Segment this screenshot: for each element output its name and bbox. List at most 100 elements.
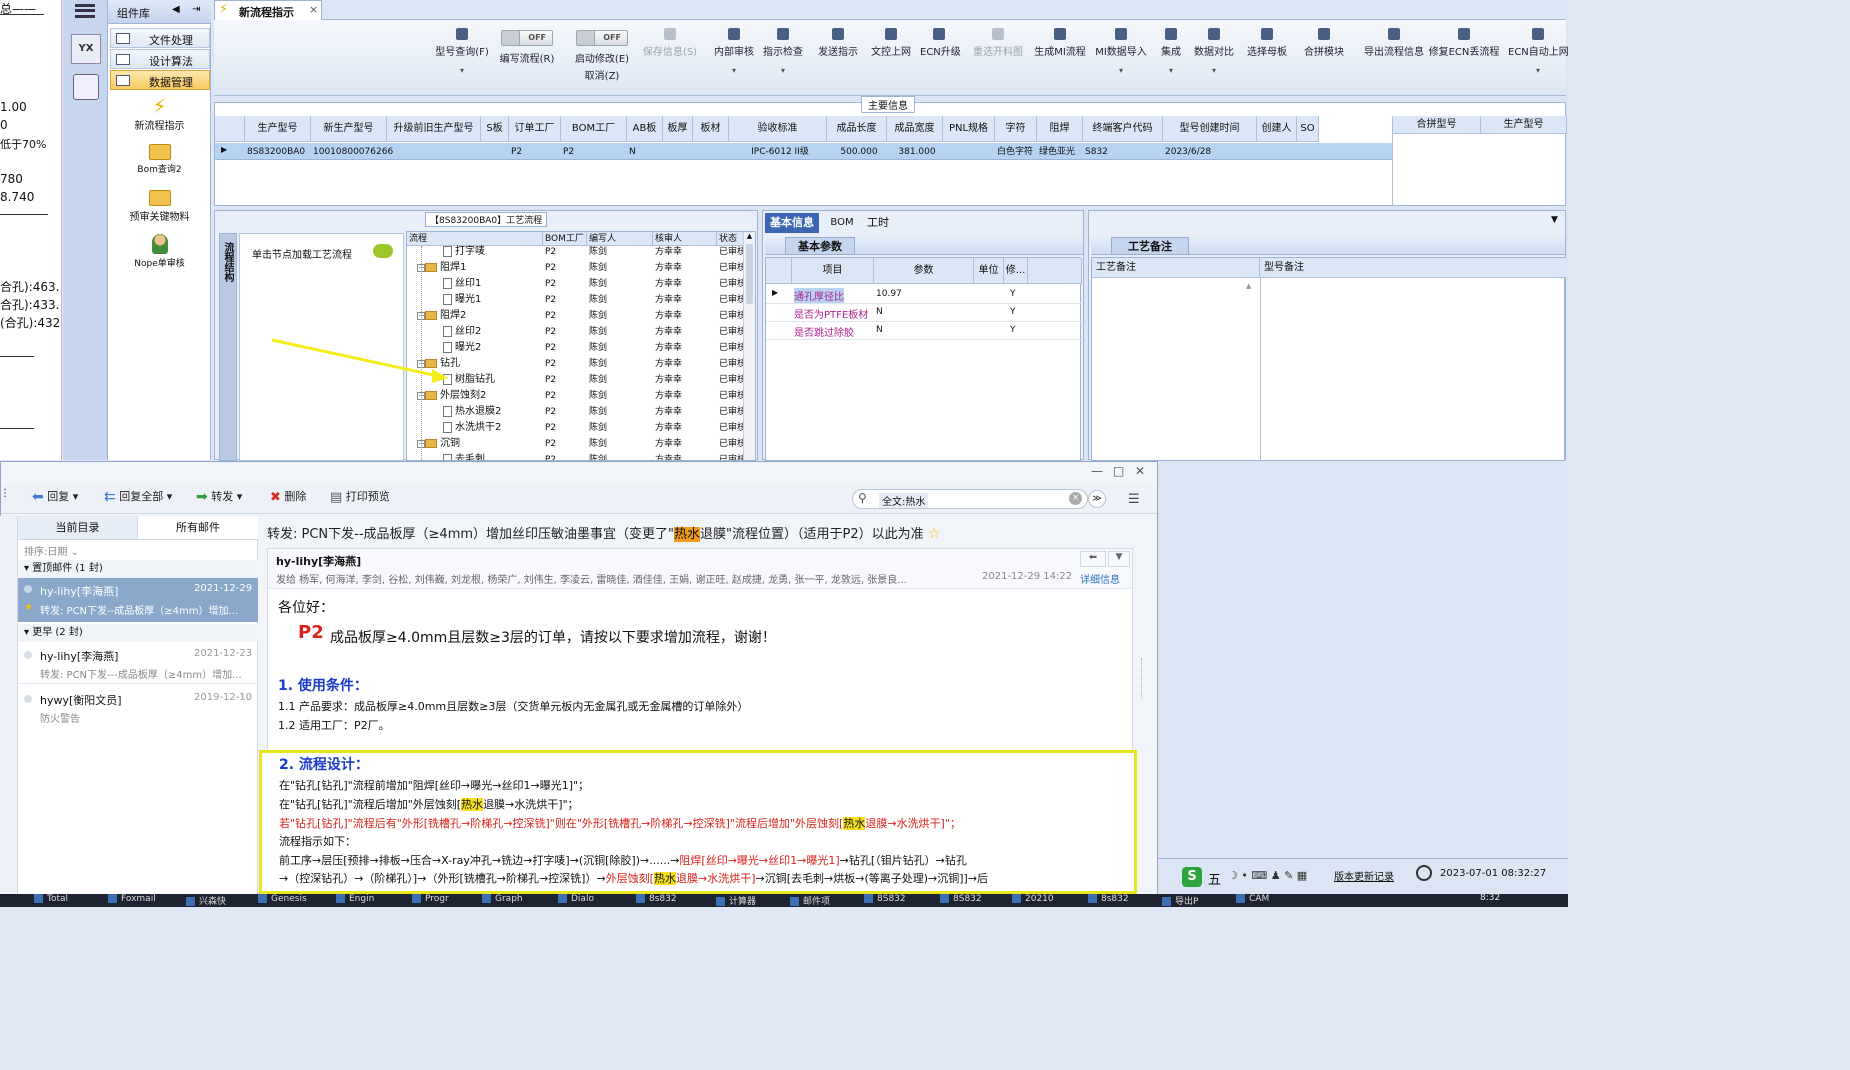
search-options-icon[interactable]: ≫	[1088, 490, 1106, 508]
param-row[interactable]: 是否为PTFE板材 N Y	[766, 304, 1082, 322]
taskbar-item[interactable]: Dialo	[558, 894, 594, 907]
yx-logo-icon[interactable]: YX	[71, 34, 101, 64]
toolbar-button[interactable]: 重选开料图	[972, 24, 1024, 94]
param-value[interactable]: N	[876, 307, 883, 317]
taskbar-item[interactable]: 计算器	[716, 894, 756, 907]
param-value[interactable]: N	[876, 325, 883, 335]
toolbar-button[interactable]: 发送指示	[816, 24, 860, 94]
calculator-icon[interactable]	[73, 74, 99, 100]
tab-bom[interactable]: BOM	[825, 213, 859, 233]
column-header[interactable]: 成品宽度	[887, 116, 943, 142]
tab-process-remarks[interactable]: 工艺备注	[1111, 237, 1189, 255]
tool-nope-review[interactable]: Nope单审核	[108, 232, 211, 272]
tree-row[interactable]: 打字唛P2陈剑方幸幸已审核	[407, 244, 743, 260]
structure-side-tab[interactable]: 流程结构	[219, 233, 237, 461]
dropdown-arrow-icon[interactable]: ▾	[1094, 66, 1148, 75]
param-row[interactable]: 是否跳过除胶 N Y	[766, 322, 1082, 340]
mail-item[interactable]: hywy[衡阳文员] 2019-12-10 防火警告	[18, 686, 258, 726]
tool-pre-review[interactable]: 预审关键物料	[108, 188, 211, 228]
taskbar-item[interactable]: Genesis	[258, 894, 307, 907]
toolbar-button[interactable]: ECN升级	[920, 24, 961, 94]
column-header[interactable]: 升级前旧生产型号	[387, 116, 481, 142]
taskbar-item[interactable]: 8s832	[636, 894, 677, 907]
dropdown-arrow-icon[interactable]: ▾	[434, 66, 490, 75]
tree-row[interactable]: 曝光1P2陈剑方幸幸已审核	[407, 292, 743, 308]
taskbar-item[interactable]: CAM	[1236, 894, 1269, 907]
tab-all-mail[interactable]: 所有邮件	[138, 516, 258, 540]
toolbar-button[interactable]: ECN自动上网 ▾	[1508, 24, 1569, 94]
column-header[interactable]: 合拼型号	[1393, 116, 1481, 134]
column-header[interactable]: 字符	[995, 116, 1037, 142]
minimize-icon[interactable]: —	[1091, 464, 1103, 478]
column-header[interactable]: 单位	[974, 258, 1004, 284]
mail-search-box[interactable]: ⚲ 全文:热水 ×	[852, 489, 1088, 509]
column-header[interactable]: 成品长度	[827, 116, 887, 142]
taskbar-item[interactable]: Progr	[412, 894, 449, 907]
sort-dropdown[interactable]: 排序:日期 ⌄	[24, 543, 79, 558]
tree-row[interactable]: −沉铜P2陈剑方幸幸已审核	[407, 436, 743, 452]
toolbar-button[interactable]: OFF 启动修改(E) 取消(Z)	[572, 24, 632, 94]
toolbar-button[interactable]: 导出流程信息	[1364, 24, 1424, 94]
column-header[interactable]: 验收标准	[729, 116, 827, 142]
toggle-switch[interactable]: OFF	[576, 30, 628, 46]
group-header-pinned[interactable]: ▾ 置顶邮件 (1 封)	[18, 560, 258, 578]
tree-row[interactable]: −阻焊2P2陈剑方幸幸已审核	[407, 308, 743, 324]
tool-new-flow[interactable]: ⚡ 新流程指示	[108, 94, 211, 136]
ime-mode[interactable]: 五	[1208, 869, 1221, 888]
taskbar-item[interactable]: 8s832	[1088, 894, 1129, 907]
column-header[interactable]: SO	[1297, 116, 1319, 142]
dropdown-arrow-icon[interactable]: ▾	[1508, 66, 1568, 75]
toolbar-more-icon[interactable]: ⋮	[0, 488, 10, 499]
mail-item[interactable]: hy-lihy[李海燕] 2021-12-23 转发: PCN下发---成品板厚…	[18, 642, 258, 684]
print-preview-button[interactable]: ▤ 打印预览	[330, 488, 390, 505]
column-header[interactable]: PNL规格	[943, 116, 995, 142]
close-icon[interactable]: ✕	[1135, 464, 1145, 478]
tree-row[interactable]: 热水退膜2P2陈剑方幸幸已审核	[407, 404, 743, 420]
dropdown-arrow-icon[interactable]: ▾	[714, 66, 754, 75]
taskbar-item[interactable]: 邮件项	[790, 894, 830, 907]
dropdown-arrow-icon[interactable]: ▾	[762, 66, 804, 75]
toolbar-button[interactable]: 文控上网	[870, 24, 912, 94]
tab-current-folder[interactable]: 当前目录	[18, 516, 138, 540]
toolbar-button[interactable]: 合拼模块	[1302, 24, 1346, 94]
star-icon[interactable]: ☆	[928, 526, 941, 542]
reply-button[interactable]: ⬅ 回复 ▾	[32, 488, 78, 505]
tree-row[interactable]: 曝光2P2陈剑方幸幸已审核	[407, 340, 743, 356]
toolbar-button[interactable]: 选择母板	[1244, 24, 1290, 94]
column-header[interactable]: 生产型号	[1481, 116, 1567, 134]
column-header[interactable]: 订单工厂	[509, 116, 561, 142]
clear-search-icon[interactable]: ×	[1069, 492, 1082, 505]
toolbar-button[interactable]: 保存信息(S)	[640, 24, 700, 94]
tool-bom-query[interactable]: Bom查询2	[108, 142, 211, 182]
scrollbar-vertical[interactable]	[1137, 548, 1153, 894]
param-value[interactable]: 10.97	[876, 289, 902, 299]
dropdown-arrow-icon[interactable]: ▾	[1194, 66, 1234, 75]
toggle-switch[interactable]: OFF	[501, 30, 553, 46]
param-row[interactable]: ▶ 通孔厚径比 10.97 Y	[766, 286, 1082, 304]
maximize-icon[interactable]: □	[1113, 464, 1124, 478]
group-header-earlier[interactable]: ▾ 更早 (2 封)	[18, 624, 258, 642]
toolbar-button[interactable]: 生成MI流程	[1032, 24, 1088, 94]
ime-tools-icon[interactable]: ☽ • ⌨ ♟ ✎ ▦	[1228, 869, 1307, 882]
ime-sogou-icon[interactable]: S	[1182, 867, 1202, 887]
tree-row[interactable]: 去毛刺P2陈剑方幸幸已审核	[407, 452, 743, 460]
column-header[interactable]: 项目	[792, 258, 874, 284]
reply-icon[interactable]: ⬅	[1080, 551, 1106, 567]
column-header[interactable]: 终端客户代码	[1083, 116, 1163, 142]
tree-row[interactable]: 丝印2P2陈剑方幸幸已审核	[407, 324, 743, 340]
list-view-icon[interactable]: ☰	[1128, 492, 1140, 507]
taskbar-item[interactable]: 20210	[1012, 894, 1054, 907]
menu-icon[interactable]	[75, 4, 95, 18]
collapse-arrow-icon[interactable]: ▼	[1551, 215, 1558, 225]
tab-new-flow[interactable]: ⚡ 新流程指示 ×	[214, 0, 322, 20]
taskbar-item[interactable]: Total	[34, 894, 68, 907]
reply-all-button[interactable]: ⇇ 回复全部 ▾	[104, 488, 172, 505]
column-header[interactable]: AB板	[627, 116, 663, 142]
scrollbar-vertical[interactable]: ▲	[743, 232, 755, 460]
group-data-management[interactable]: 数据管理	[110, 70, 210, 90]
column-header[interactable]: 型号创建时间	[1163, 116, 1257, 142]
tab-work-hours[interactable]: 工时	[861, 213, 895, 233]
mail-item-selected[interactable]: hy-lihy[李海燕] 2021-12-29 ★ 转发: PCN下发--成品板…	[18, 578, 258, 622]
update-log-link[interactable]: 版本更新记录	[1334, 868, 1394, 883]
taskbar-item[interactable]: 兴森快	[186, 894, 226, 907]
